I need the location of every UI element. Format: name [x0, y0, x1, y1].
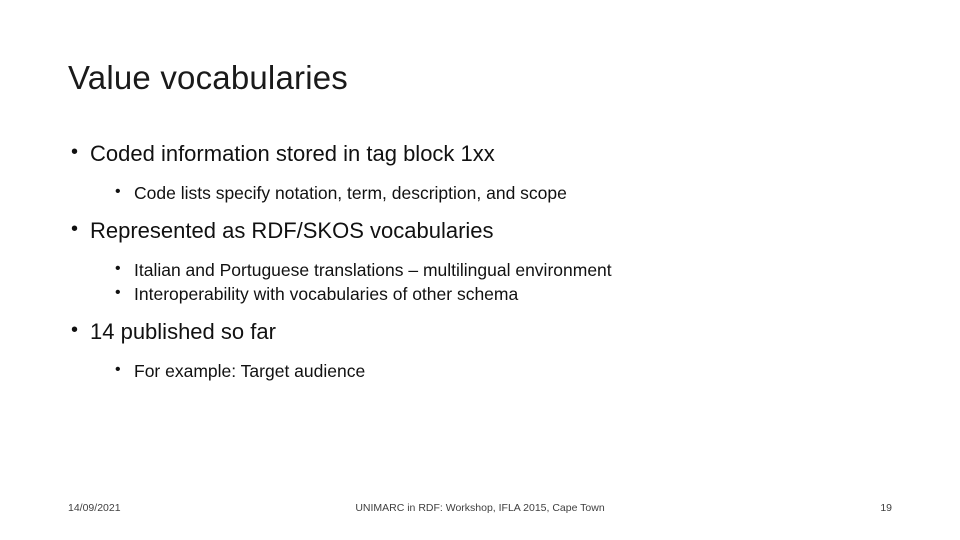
bullet-level1-represented-as-rdf-skos: Represented as RDF/SKOS vocabularies — [68, 217, 898, 245]
bullet-level2-italian-portuguese-translations: Italian and Portuguese translations – mu… — [112, 259, 898, 282]
footer-page-number: 19 — [880, 502, 892, 514]
bullet-level2-target-audience-example: For example: Target audience — [112, 360, 898, 383]
slide-footer: 14/09/2021 UNIMARC in RDF: Workshop, IFL… — [0, 494, 960, 540]
bullet-level2-interoperability: Interoperability with vocabularies of ot… — [112, 283, 898, 306]
footer-center-text: UNIMARC in RDF: Workshop, IFLA 2015, Cap… — [355, 502, 605, 514]
slide: Value vocabularies Coded information sto… — [0, 0, 960, 540]
bullet-level1-14-published: 14 published so far — [68, 318, 898, 346]
bullet-level2-code-lists: Code lists specify notation, term, descr… — [112, 182, 898, 205]
slide-body: Coded information stored in tag block 1x… — [68, 140, 898, 384]
page-title: Value vocabularies — [68, 59, 348, 96]
bullet-level1-coded-information: Coded information stored in tag block 1x… — [68, 140, 898, 168]
